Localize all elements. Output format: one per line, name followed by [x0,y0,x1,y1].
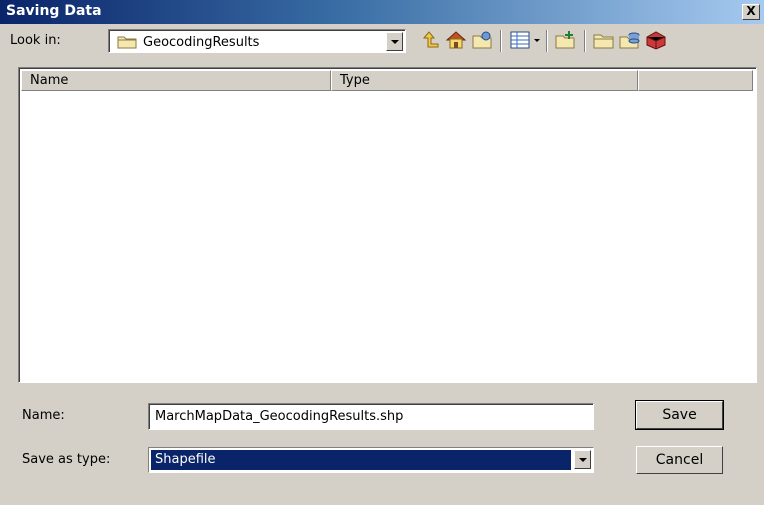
column-header-type[interactable]: Type [331,70,638,91]
save-as-type-dropdown-button[interactable] [574,450,591,469]
look-in-label: Look in: [10,33,61,48]
cancel-button[interactable]: Cancel [636,446,723,474]
up-one-level-icon[interactable] [418,28,442,52]
close-button[interactable]: X [742,4,760,20]
toolbar-separator [584,30,586,52]
window-title: Saving Data [6,3,102,19]
toolbar-separator [546,30,548,52]
name-label: Name: [22,408,65,423]
name-input[interactable]: MarchMapData_GeocodingResults.shp [148,403,594,430]
connect-folder-icon[interactable] [470,28,494,52]
look-in-dropdown-button[interactable] [386,32,403,51]
toolbar-separator [500,30,502,52]
home-icon[interactable] [444,28,468,52]
new-folder-icon[interactable] [554,28,578,52]
look-in-combobox[interactable]: GeocodingResults [108,29,406,53]
look-in-value: GeocodingResults [143,35,260,50]
save-as-type-label: Save as type: [22,452,111,467]
title-bar[interactable]: Saving Data X [0,0,764,24]
folder-icon [117,35,137,53]
column-header-name[interactable]: Name [21,70,331,91]
save-as-type-selected: Shapefile [151,450,571,470]
name-input-value: MarchMapData_GeocodingResults.shp [155,409,404,424]
view-menu-icon[interactable] [508,28,540,52]
file-list[interactable]: Name Type [18,67,757,383]
geodatabase-icon[interactable] [618,28,642,52]
folder-icon[interactable] [592,28,616,52]
saving-data-dialog: Saving Data X Look in: GeocodingResults [0,0,764,505]
column-header-extra[interactable] [638,70,753,91]
toolbox-icon[interactable] [644,28,668,52]
save-button[interactable]: Save [635,400,724,430]
save-as-type-select[interactable]: Shapefile [148,447,594,473]
